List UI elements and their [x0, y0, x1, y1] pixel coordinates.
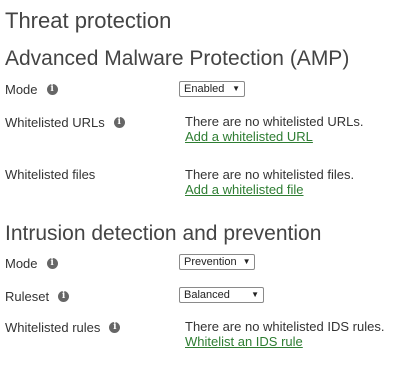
- amp-whitelisted-urls-row-label: Whitelisted URLs i: [5, 115, 125, 130]
- amp-mode-value: Enabled: [184, 83, 225, 95]
- whitelisted-urls-note: There are no whitelisted URLs.: [185, 114, 364, 129]
- ids-section-title: Intrusion detection and prevention: [5, 222, 322, 245]
- amp-section-title: Advanced Malware Protection (AMP): [5, 47, 350, 70]
- page-title: Threat protection: [5, 8, 172, 33]
- amp-mode-select[interactable]: Enabled ▼: [179, 81, 245, 97]
- ids-ruleset-label: Ruleset: [5, 289, 50, 304]
- whitelisted-urls-label: Whitelisted URLs: [5, 115, 105, 130]
- add-whitelisted-url-link[interactable]: Add a whitelisted URL: [185, 129, 313, 144]
- ids-mode-row-label: Mode i: [5, 256, 58, 271]
- chevron-down-icon: ▼: [242, 257, 251, 266]
- whitelisted-files-note: There are no whitelisted files.: [185, 167, 355, 182]
- info-icon[interactable]: i: [46, 84, 58, 95]
- whitelisted-rules-label: Whitelisted rules: [5, 320, 101, 335]
- ids-ruleset-value: Balanced: [184, 289, 230, 301]
- ids-mode-select[interactable]: Prevention ▼: [179, 254, 255, 270]
- whitelisted-rules-row-label: Whitelisted rules i: [5, 320, 121, 335]
- info-icon[interactable]: i: [109, 322, 121, 333]
- chevron-down-icon: ▼: [232, 84, 240, 93]
- whitelisted-rules-note: There are no whitelisted IDS rules.: [185, 319, 385, 334]
- add-whitelisted-file-link[interactable]: Add a whitelisted file: [185, 182, 304, 197]
- info-icon[interactable]: i: [113, 117, 125, 128]
- ids-mode-label: Mode: [5, 256, 38, 271]
- whitelisted-files-label: Whitelisted files: [5, 167, 96, 182]
- amp-mode-row-label: Mode i: [5, 82, 58, 97]
- info-icon[interactable]: i: [58, 291, 70, 302]
- ids-mode-value: Prevention: [184, 256, 237, 268]
- amp-mode-label: Mode: [5, 82, 38, 97]
- whitelist-ids-rule-link[interactable]: Whitelist an IDS rule: [185, 334, 303, 349]
- ids-ruleset-row-label: Ruleset i: [5, 289, 70, 304]
- info-icon[interactable]: i: [46, 258, 58, 269]
- chevron-down-icon: ▼: [251, 290, 259, 299]
- ids-ruleset-select[interactable]: Balanced ▼: [179, 287, 264, 303]
